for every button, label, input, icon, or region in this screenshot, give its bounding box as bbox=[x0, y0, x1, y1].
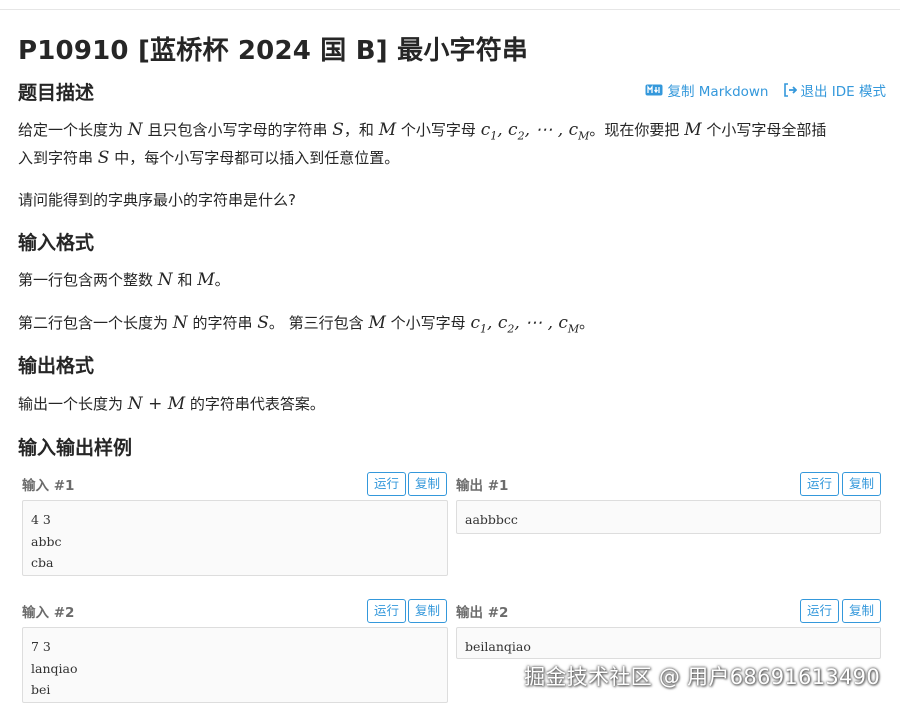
top-divider bbox=[0, 9, 900, 10]
description-question: 请问能得到的字典序最小的字符串是什么? bbox=[18, 191, 296, 209]
output-format-line-1: 输出一个长度为 N + M 的字符串代表答案。 bbox=[18, 394, 325, 414]
sample-input-1-box: 4 3 abbc cba bbox=[22, 500, 448, 576]
copy-markdown-button[interactable]: 复制 Markdown bbox=[645, 80, 769, 100]
sign-out-icon bbox=[783, 83, 797, 97]
section-input-format-heading: 输入格式 bbox=[18, 232, 95, 254]
exit-ide-button[interactable]: 退出 IDE 模式 bbox=[783, 80, 887, 100]
section-description-heading: 题目描述 bbox=[18, 82, 95, 104]
sample-input-2-copy-button[interactable]: 复制 bbox=[408, 599, 448, 623]
sample-output-1-label: 输出 #1 bbox=[456, 478, 509, 494]
sample-output-1-run-button[interactable]: 运行 bbox=[800, 472, 840, 496]
sample-input-2-run-button[interactable]: 运行 bbox=[367, 599, 407, 623]
input-format-line-1: 第一行包含两个整数 N 和 M。 bbox=[18, 270, 230, 290]
input-format-line-2: 第二行包含一个长度为 N 的字符串 S。 第三行包含 M 个小写字母 c1, c… bbox=[18, 313, 595, 336]
sample-output-2-run-button[interactable]: 运行 bbox=[800, 599, 840, 623]
sample-input-1-copy-button[interactable]: 复制 bbox=[408, 472, 448, 496]
sample-output-2-copy-button[interactable]: 复制 bbox=[842, 599, 882, 623]
toolbar: 复制 Markdown 退出 IDE 模式 bbox=[645, 80, 886, 100]
sample-output-1-copy-button[interactable]: 复制 bbox=[842, 472, 882, 496]
watermark-text: 掘金技术社区 @ 用户68691613490 bbox=[524, 665, 880, 689]
sample-output-2-box: beilanqiao bbox=[456, 627, 881, 659]
section-samples-heading: 输入输出样例 bbox=[18, 437, 133, 459]
sample-input-2-label: 输入 #2 bbox=[22, 605, 75, 621]
markdown-icon bbox=[645, 84, 663, 96]
sample-input-1-run-button[interactable]: 运行 bbox=[367, 472, 407, 496]
section-output-format-heading: 输出格式 bbox=[18, 355, 95, 377]
sample-input-1-label: 输入 #1 bbox=[22, 478, 75, 494]
exit-ide-label: 退出 IDE 模式 bbox=[800, 84, 887, 100]
page-title: P10910 [蓝桥杯 2024 国 B] 最小字符串 bbox=[18, 36, 529, 66]
sample-input-2-box: 7 3 lanqiao bei bbox=[22, 627, 448, 703]
sample-output-2-label: 输出 #2 bbox=[456, 605, 509, 621]
sample-output-1-box: aabbbcc bbox=[456, 500, 881, 534]
description-line-2: 入到字符串 S 中，每个小写字母都可以插入到任意位置。 bbox=[18, 148, 400, 168]
copy-markdown-label: 复制 Markdown bbox=[667, 84, 769, 100]
